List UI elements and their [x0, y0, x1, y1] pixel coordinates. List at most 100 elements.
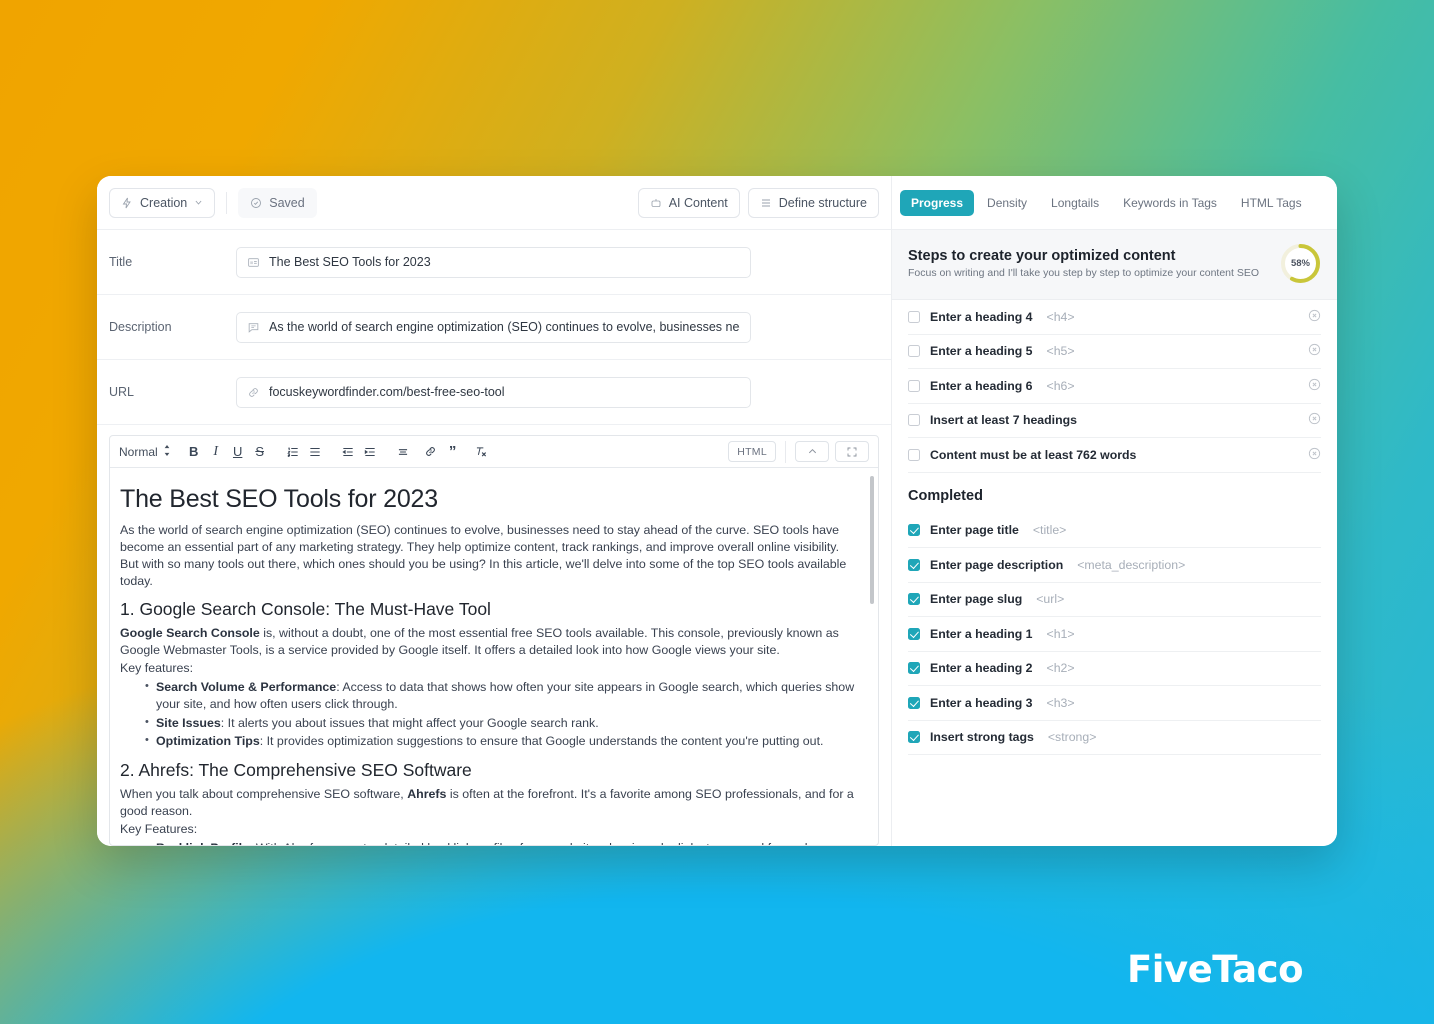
step-todo[interactable]: Enter a heading 5 <h5>	[908, 335, 1321, 369]
align-icon[interactable]	[392, 441, 414, 463]
title-label: Title	[109, 255, 133, 269]
tab-longtails[interactable]: Longtails	[1040, 190, 1110, 216]
tab-html-tags[interactable]: HTML Tags	[1230, 190, 1313, 216]
italic-icon[interactable]: I	[205, 441, 227, 463]
html-button-label: HTML	[737, 445, 767, 458]
description-input[interactable]: As the world of search engine optimizati…	[236, 311, 751, 343]
editor-toolbar-divider	[785, 440, 786, 463]
checkbox-checked[interactable]	[908, 593, 920, 606]
fivetaco-logo: FiveTaco	[1127, 948, 1303, 991]
bullet-term: Search Volume & Performance	[156, 679, 337, 694]
step-label: Insert at least 7 headings	[930, 413, 1077, 428]
step-label: Enter page slug	[930, 592, 1023, 607]
underline-icon[interactable]: U	[227, 441, 249, 463]
progress-ring: 58%	[1280, 243, 1321, 284]
paragraph-style-select[interactable]: Normal	[119, 444, 183, 459]
progress-percent: 58%	[1290, 258, 1310, 269]
collapse-toolbar-button[interactable]	[795, 441, 829, 462]
doc-section1-heading: 1. Google Search Console: The Must-Have …	[120, 599, 491, 620]
checkbox-checked[interactable]	[908, 558, 920, 571]
robot-icon	[650, 197, 662, 209]
bullet-desc: : It alerts you about issues that might …	[220, 715, 599, 730]
step-done[interactable]: Enter page slug <url>	[908, 583, 1321, 617]
ai-content-button[interactable]: AI Content	[637, 187, 740, 218]
checkbox[interactable]	[908, 379, 920, 392]
description-icon	[247, 321, 260, 334]
completed-heading: Completed	[908, 487, 983, 504]
updown-chevron-icon	[163, 444, 171, 459]
tab-progress[interactable]: Progress	[900, 189, 975, 216]
bullet-term: Backlink Profile	[156, 841, 249, 845]
step-done[interactable]: Enter a heading 1 <h1>	[908, 617, 1321, 652]
doc-section2-strong: Ahrefs	[407, 787, 447, 802]
step-label: Content must be at least 762 words	[930, 447, 1137, 462]
tab-keywords-in-tags[interactable]: Keywords in Tags	[1112, 190, 1228, 216]
list-item: Search Volume & Performance: Access to d…	[145, 679, 858, 713]
toolbar-divider	[226, 191, 228, 214]
step-tag: <url>	[1036, 592, 1065, 607]
checkbox-checked[interactable]	[908, 731, 920, 744]
dismiss-icon[interactable]	[1308, 343, 1321, 359]
editor-scrollbar[interactable]	[870, 476, 874, 604]
checkbox-checked[interactable]	[908, 662, 920, 675]
list-structure-icon	[760, 197, 772, 209]
checkbox-checked[interactable]	[908, 696, 920, 709]
dismiss-icon[interactable]	[1308, 309, 1321, 325]
checkbox[interactable]	[908, 414, 920, 427]
step-done[interactable]: Insert strong tags <strong>	[908, 721, 1321, 755]
step-tag: <h3>	[1046, 695, 1075, 710]
description-row: Description As the world of search engin…	[97, 295, 891, 360]
checkbox-checked[interactable]	[908, 627, 920, 640]
steps-list: Enter a heading 4 <h4> Enter a heading 5…	[892, 300, 1337, 755]
editor-content[interactable]: The Best SEO Tools for 2023 As the world…	[110, 468, 878, 845]
step-label: Enter page description	[930, 557, 1064, 572]
step-done[interactable]: Enter a heading 2 <h2>	[908, 652, 1321, 686]
bullet-list-icon[interactable]	[304, 441, 326, 463]
step-todo[interactable]: Enter a heading 4 <h4>	[908, 300, 1321, 335]
define-structure-button[interactable]: Define structure	[747, 187, 879, 218]
url-row: URL focuskeywordfinder.com/best-free-seo…	[97, 360, 891, 425]
dismiss-icon[interactable]	[1308, 412, 1321, 428]
strikethrough-icon[interactable]: S	[249, 441, 271, 463]
tab-progress-label: Progress	[911, 195, 964, 210]
title-input[interactable]: The Best SEO Tools for 2023	[236, 246, 751, 278]
clear-format-icon[interactable]	[470, 441, 492, 463]
step-done[interactable]: Enter a heading 3 <h3>	[908, 686, 1321, 721]
creation-dropdown[interactable]: Creation	[109, 187, 216, 218]
link-icon[interactable]	[420, 441, 442, 463]
checkbox[interactable]	[908, 448, 920, 461]
dismiss-icon[interactable]	[1308, 447, 1321, 463]
indent-icon[interactable]	[359, 441, 381, 463]
steps-header-text: Steps to create your optimized content F…	[908, 248, 1270, 279]
step-todo[interactable]: Content must be at least 762 words	[908, 438, 1321, 473]
step-label: Insert strong tags	[930, 730, 1034, 745]
saved-status-button[interactable]: Saved	[238, 187, 317, 218]
step-done[interactable]: Enter page description <meta_description…	[908, 548, 1321, 583]
bullet-term: Site Issues	[156, 715, 221, 730]
list-item: Backlink Profile: With Ahrefs, you get a…	[145, 840, 858, 845]
blockquote-icon[interactable]: ”	[442, 441, 464, 463]
ordered-list-icon[interactable]	[282, 441, 304, 463]
tab-density[interactable]: Density	[976, 190, 1038, 216]
checkbox[interactable]	[908, 310, 920, 323]
step-todo[interactable]: Insert at least 7 headings	[908, 404, 1321, 438]
panel-tabs: Progress Density Longtails Keywords in T…	[892, 176, 1337, 230]
url-input[interactable]: focuskeywordfinder.com/best-free-seo-too…	[236, 376, 751, 408]
checkbox-checked[interactable]	[908, 524, 920, 537]
step-todo[interactable]: Enter a heading 6 <h6>	[908, 369, 1321, 404]
html-view-button[interactable]: HTML	[728, 441, 776, 462]
bold-icon[interactable]: B	[183, 441, 205, 463]
doc-h1: The Best SEO Tools for 2023	[120, 485, 438, 513]
step-tag: <title>	[1032, 523, 1067, 538]
saved-label: Saved	[269, 195, 305, 210]
dismiss-icon[interactable]	[1308, 378, 1321, 394]
rich-text-editor-wrap: Normal B I U S ” HTML The Best SEO Tools…	[97, 425, 891, 846]
checkbox[interactable]	[908, 345, 920, 358]
doc-section1-paragraph: Google Search Console is, without a doub…	[120, 625, 858, 659]
step-label: Enter a heading 4	[930, 309, 1033, 324]
bullet-term: Optimization Tips	[156, 734, 260, 749]
step-done[interactable]: Enter page title <title>	[908, 514, 1321, 548]
outdent-icon[interactable]	[337, 441, 359, 463]
fullscreen-button[interactable]	[835, 441, 869, 462]
step-label: Enter page title	[930, 523, 1019, 538]
